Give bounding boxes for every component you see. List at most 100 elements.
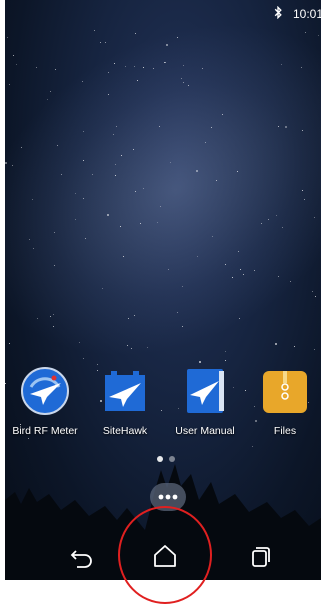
star (212, 236, 213, 237)
star (225, 264, 226, 265)
star (197, 256, 198, 257)
star (21, 147, 22, 148)
app-row: Bird RF Meter SiteHawk User Manual Files (5, 367, 321, 439)
star (120, 226, 121, 227)
star (268, 219, 269, 220)
star (50, 91, 51, 92)
star (177, 312, 178, 313)
star (261, 223, 262, 224)
star (127, 345, 128, 346)
star (225, 351, 226, 352)
star (166, 44, 168, 46)
recents-icon (252, 547, 270, 567)
star (301, 67, 302, 68)
star (61, 174, 62, 175)
star (312, 291, 313, 292)
star (182, 326, 183, 327)
star (305, 32, 306, 33)
star (53, 326, 54, 327)
star (105, 42, 106, 43)
star (254, 270, 255, 271)
star (222, 114, 223, 115)
star (135, 33, 136, 34)
app-files[interactable]: Files (245, 367, 321, 437)
star (243, 274, 244, 275)
star (302, 130, 303, 131)
star (75, 193, 76, 194)
milky-way (5, 0, 321, 425)
star (33, 248, 34, 249)
app-bird-rf-meter[interactable]: Bird RF Meter (5, 367, 85, 437)
star (160, 206, 161, 207)
star (113, 134, 114, 135)
recents-button[interactable] (243, 540, 275, 572)
star (137, 80, 138, 81)
star (7, 37, 8, 38)
star (278, 276, 279, 277)
star (290, 281, 291, 282)
star (181, 78, 182, 79)
star (225, 360, 226, 361)
star (239, 318, 240, 319)
star (83, 131, 84, 132)
star (115, 175, 116, 176)
star (202, 68, 203, 69)
star (275, 343, 277, 345)
star (102, 288, 103, 289)
star (79, 342, 80, 343)
star (9, 343, 10, 344)
star (314, 217, 315, 218)
star (53, 314, 54, 315)
star (50, 316, 51, 317)
star (12, 165, 13, 166)
star (134, 315, 135, 316)
bluetooth-icon (274, 6, 282, 19)
bird-rf-meter-icon (21, 367, 69, 415)
star (55, 69, 56, 70)
star (82, 81, 83, 82)
star (165, 62, 166, 63)
star (54, 232, 55, 233)
star (140, 223, 141, 224)
home-screen: 10:01 Bird RF Meter SiteHawk User Manual… (5, 0, 321, 580)
files-icon (261, 367, 309, 415)
star (75, 219, 76, 220)
star (116, 126, 117, 127)
star (278, 126, 279, 127)
sitehawk-icon (101, 367, 149, 415)
star (159, 126, 160, 127)
star (121, 155, 122, 156)
star (315, 296, 316, 297)
star (147, 347, 148, 348)
back-button[interactable] (65, 540, 97, 572)
star (9, 84, 10, 85)
star (85, 238, 86, 239)
back-icon (70, 550, 92, 568)
star (83, 198, 84, 199)
star (143, 188, 144, 189)
user-manual-icon (181, 367, 229, 415)
star (54, 265, 55, 266)
star (168, 269, 169, 270)
star (205, 142, 206, 143)
star (128, 318, 129, 319)
star (282, 227, 283, 228)
star (183, 82, 184, 83)
star (32, 199, 33, 200)
star (83, 160, 84, 161)
app-sitehawk[interactable]: SiteHawk (85, 367, 165, 437)
star (107, 214, 109, 216)
star (97, 364, 98, 365)
star (153, 68, 154, 69)
star (211, 127, 212, 128)
star (232, 277, 233, 278)
app-user-manual[interactable]: User Manual (165, 367, 245, 437)
star (182, 286, 183, 287)
status-clock: 10:01 (292, 7, 321, 21)
star (196, 170, 198, 172)
star (143, 67, 144, 68)
star (114, 63, 115, 64)
star (13, 55, 14, 56)
home-button-highlight-circle (118, 506, 212, 604)
star (115, 164, 116, 165)
